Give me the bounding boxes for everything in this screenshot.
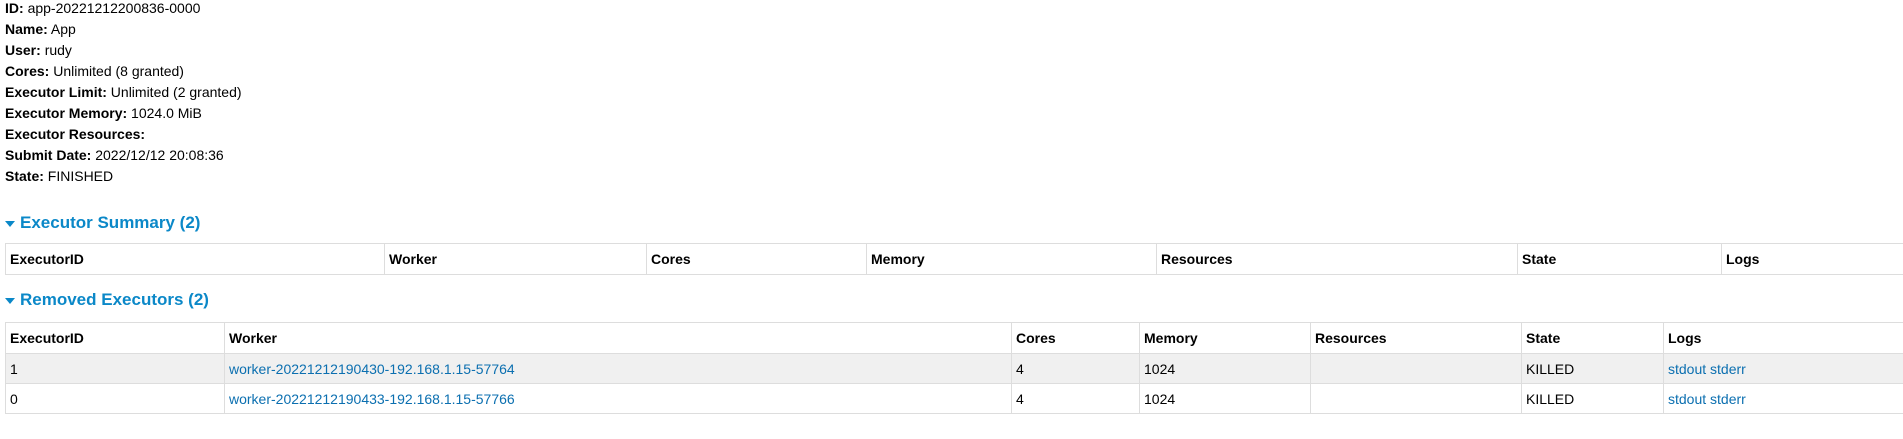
info-submit-date: Submit Date: 2022/12/12 20:08:36 (5, 147, 224, 163)
column-header[interactable]: Cores (1011, 322, 1140, 354)
column-header[interactable]: State (1521, 322, 1664, 354)
info-state: State: FINISHED (5, 168, 114, 184)
collapse-arrow-icon (5, 221, 15, 227)
memory-cell: 1024 (1139, 353, 1311, 384)
executor-id-cell: 1 (5, 353, 225, 384)
executor-id-cell: 0 (5, 383, 225, 414)
cores-cell: 4 (1011, 383, 1140, 414)
state-cell: KILLED (1521, 353, 1664, 384)
column-header[interactable]: Resources (1310, 322, 1522, 354)
column-header[interactable]: ExecutorID (5, 322, 225, 354)
resources-cell (1310, 353, 1522, 384)
stdout-link[interactable]: stdout (1668, 391, 1706, 407)
table-header-row: ExecutorID Worker Cores Memory Resources… (5, 243, 1903, 275)
column-header[interactable]: Worker (384, 243, 647, 275)
column-header[interactable]: State (1517, 243, 1722, 275)
removed-executors-toggle[interactable]: Removed Executors (2) (5, 290, 209, 310)
table-header-row: ExecutorID Worker Cores Memory Resources… (5, 322, 1903, 354)
column-header[interactable]: Cores (646, 243, 867, 275)
column-header[interactable]: ExecutorID (5, 243, 385, 275)
worker-link[interactable]: worker-20221212190430-192.168.1.15-57764 (229, 361, 515, 377)
removed-executors-table: ExecutorID Worker Cores Memory Resources… (5, 322, 1903, 414)
executor-summary-table: ExecutorID Worker Cores Memory Resources… (5, 243, 1903, 275)
info-executor-memory: Executor Memory: 1024.0 MiB (5, 105, 202, 121)
table-row: 1 worker-20221212190430-192.168.1.15-577… (5, 353, 1903, 384)
info-cores: Cores: Unlimited (8 granted) (5, 63, 184, 79)
logs-cell: stdout stderr (1663, 383, 1903, 414)
column-header[interactable]: Worker (224, 322, 1012, 354)
column-header[interactable]: Memory (866, 243, 1157, 275)
info-user: User: rudy (5, 42, 72, 58)
app-info-list: ID: app-20221212200836-0000 Name: App Us… (5, 0, 242, 189)
column-header[interactable]: Logs (1663, 322, 1903, 354)
info-name: Name: App (5, 21, 76, 37)
stderr-link[interactable]: stderr (1710, 391, 1746, 407)
worker-link[interactable]: worker-20221212190433-192.168.1.15-57766 (229, 391, 515, 407)
info-id: ID: app-20221212200836-0000 (5, 0, 201, 16)
info-executor-resources: Executor Resources: (5, 126, 146, 142)
collapse-arrow-icon (5, 298, 15, 304)
column-header[interactable]: Logs (1721, 243, 1903, 275)
worker-cell: worker-20221212190430-192.168.1.15-57764 (224, 353, 1012, 384)
stderr-link[interactable]: stderr (1710, 361, 1746, 377)
state-cell: KILLED (1521, 383, 1664, 414)
cores-cell: 4 (1011, 353, 1140, 384)
stdout-link[interactable]: stdout (1668, 361, 1706, 377)
column-header[interactable]: Resources (1156, 243, 1518, 275)
memory-cell: 1024 (1139, 383, 1311, 414)
column-header[interactable]: Memory (1139, 322, 1311, 354)
table-row: 0 worker-20221212190433-192.168.1.15-577… (5, 383, 1903, 414)
executor-summary-toggle[interactable]: Executor Summary (2) (5, 213, 200, 233)
info-executor-limit: Executor Limit: Unlimited (2 granted) (5, 84, 242, 100)
worker-cell: worker-20221212190433-192.168.1.15-57766 (224, 383, 1012, 414)
resources-cell (1310, 383, 1522, 414)
logs-cell: stdout stderr (1663, 353, 1903, 384)
